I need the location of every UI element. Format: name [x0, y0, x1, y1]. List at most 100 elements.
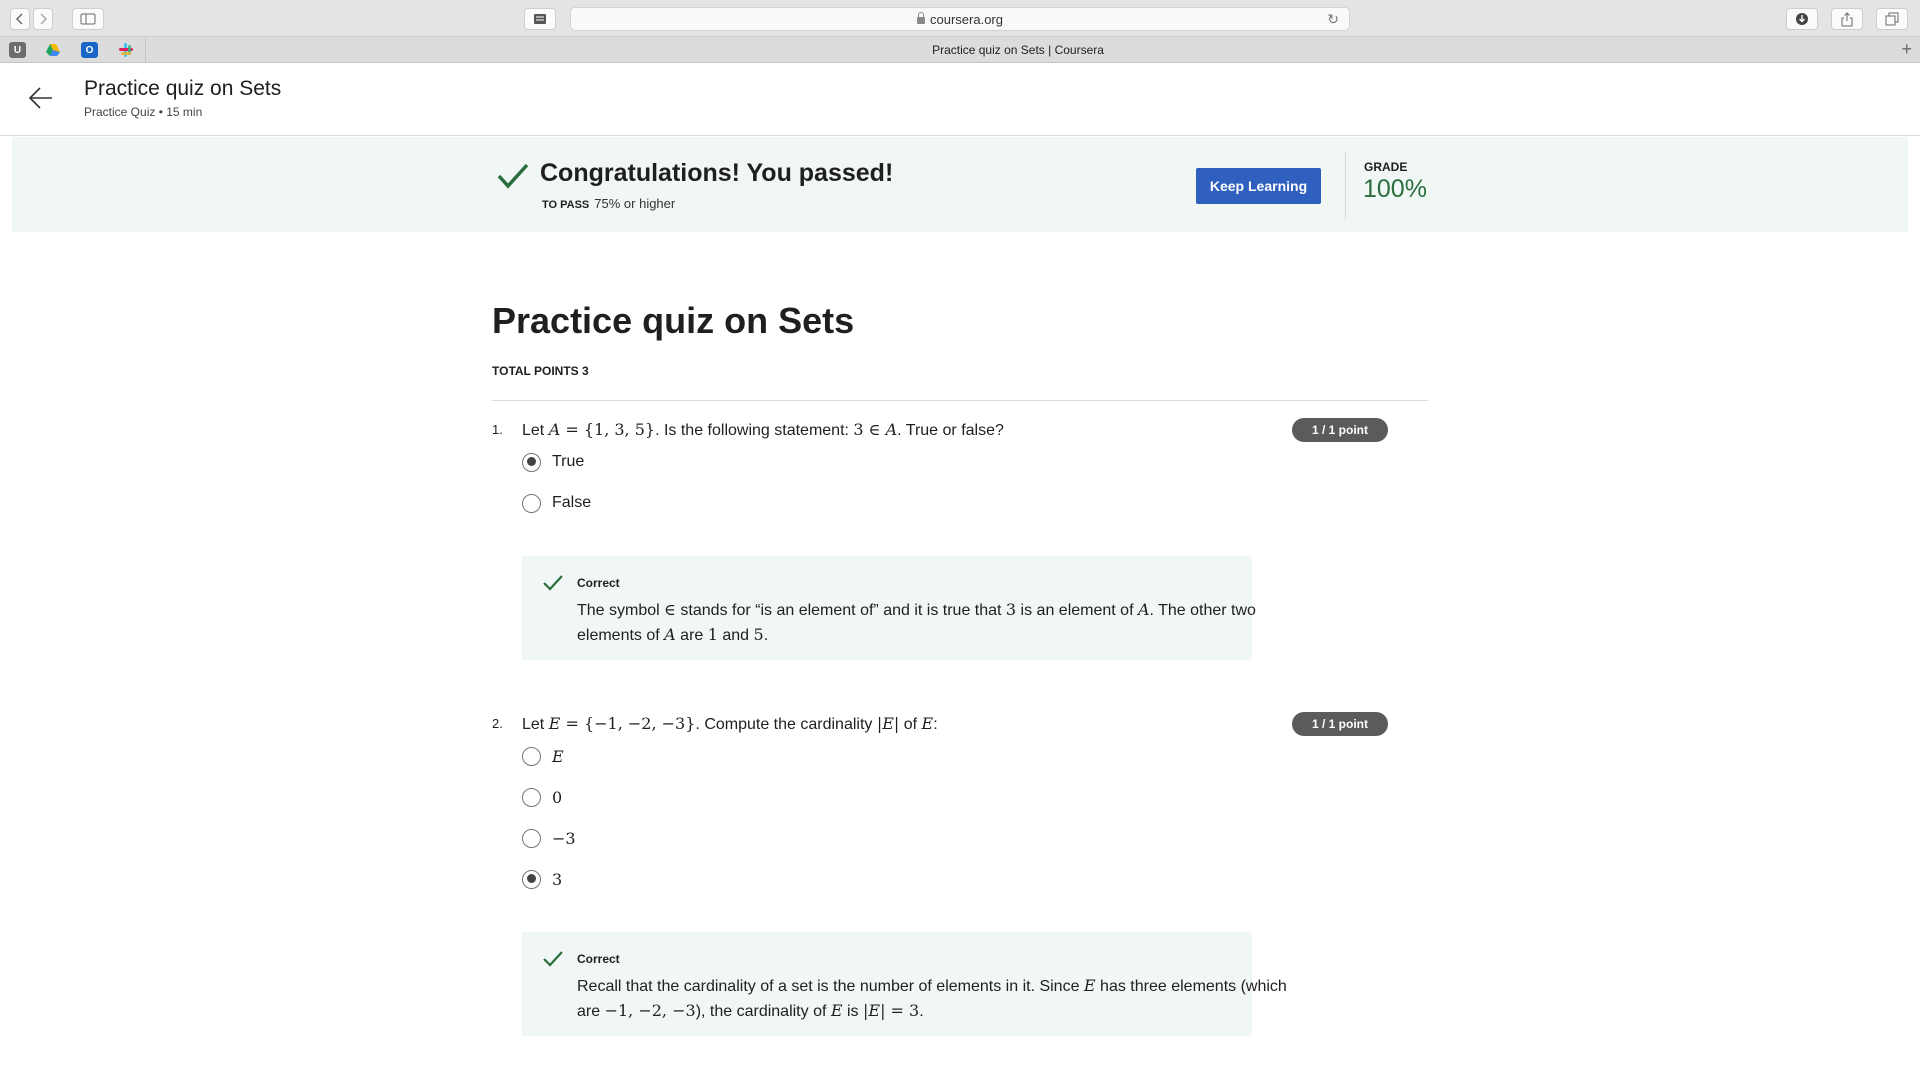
feedback-box: Correct Recall that the cardinality of a… [522, 932, 1287, 1036]
option-3[interactable]: 3 [522, 867, 562, 891]
check-icon [543, 575, 563, 591]
q-text-part: : [933, 716, 938, 733]
math-var: E [548, 714, 561, 733]
math-var: E [921, 714, 934, 733]
total-points: TOTAL POINTS 3 [492, 364, 589, 378]
pass-threshold: TO PASS 75% or higher [542, 196, 675, 211]
sidebar-icon [80, 13, 96, 25]
header-subtitle: Practice Quiz • 15 min [84, 105, 203, 119]
back-nav-button[interactable] [10, 8, 30, 30]
math-var: E [830, 1001, 843, 1020]
radio-icon[interactable] [522, 787, 541, 807]
feedback-heading: Correct [577, 952, 620, 966]
browser-toolbar: coursera.org ↻ [0, 0, 1920, 37]
option-e[interactable]: E [522, 744, 564, 768]
forward-nav-button[interactable] [33, 8, 53, 30]
option-label: E [552, 746, 564, 766]
grade-label: GRADE [1364, 160, 1408, 174]
math-expr: = {1, 3, 5} [560, 420, 656, 439]
feedback-text: The symbol ∈ stands for “is an element o… [577, 598, 1297, 648]
q-text-part: Let [522, 716, 549, 733]
grade-value: 100% [1363, 175, 1427, 203]
math-var: A [1137, 600, 1150, 619]
fb-text-part: ), the cardinality of [695, 1003, 831, 1020]
option-0[interactable]: 0 [522, 785, 562, 809]
feedback-box: Correct The symbol ∈ stands for “is an e… [522, 556, 1256, 660]
math-var: E [882, 714, 894, 733]
reload-icon[interactable]: ↻ [1327, 11, 1339, 28]
math-expr: 3 ∈ [853, 420, 886, 439]
math-expr: | = 3 [880, 1001, 920, 1020]
check-icon [497, 163, 529, 189]
fb-text-part: and [717, 627, 754, 644]
q-text-part: of [899, 716, 922, 733]
to-pass-value: 75% or higher [594, 196, 676, 211]
math-var: A [885, 420, 898, 439]
tabs-overview-button[interactable] [1876, 8, 1908, 30]
reader-button[interactable] [524, 8, 556, 30]
option-label: 0 [552, 787, 563, 807]
lock-icon [917, 12, 925, 24]
header-title: Practice quiz on Sets [84, 77, 282, 100]
radio-selected-icon[interactable] [522, 452, 541, 472]
share-button[interactable] [1831, 8, 1863, 30]
url-text: coursera.org [930, 11, 1003, 27]
points-badge: 1 / 1 point [1292, 712, 1388, 736]
math-var: A [664, 625, 676, 644]
option-true[interactable]: True [522, 450, 584, 474]
math-var: E [868, 1001, 881, 1020]
math-var: A [548, 420, 561, 439]
radio-icon[interactable] [522, 828, 541, 848]
radio-selected-icon[interactable] [522, 869, 541, 889]
google-drive-icon[interactable] [44, 42, 61, 58]
q-text-part: . Compute the cardinality [695, 716, 877, 733]
keep-learning-button[interactable]: Keep Learning [1196, 168, 1321, 204]
to-pass-label: TO PASS [542, 199, 590, 211]
option-false[interactable]: False [522, 491, 591, 515]
check-icon [543, 951, 563, 967]
address-bar[interactable]: coursera.org ↻ [570, 7, 1350, 31]
quiz-title: Practice quiz on Sets [492, 300, 855, 341]
q-text-part: . True or false? [897, 422, 1004, 439]
fb-text-part: . [919, 1003, 924, 1020]
outlook-icon[interactable]: O [81, 42, 98, 58]
page-header: Practice quiz on Sets Practice Quiz • 15… [0, 63, 1920, 136]
feedback-heading: Correct [577, 576, 620, 590]
chevron-left-icon [15, 13, 23, 25]
tab-title-text: Practice quiz on Sets | Coursera [932, 43, 1104, 57]
tab-bar: U O Practice quiz on Sets | Coursera + [0, 37, 1920, 63]
fb-text-part: . [763, 627, 769, 644]
tabs-icon [1885, 12, 1899, 26]
back-arrow-icon[interactable] [28, 85, 54, 111]
question-text: Let A = {1, 3, 5}. Is the following stat… [522, 420, 1004, 440]
chevron-right-icon [40, 13, 48, 25]
radio-icon[interactable] [522, 493, 541, 513]
slack-icon[interactable] [117, 42, 134, 58]
math-expr: ∈ [664, 600, 676, 619]
math-expr: = {−1, −2, −3} [560, 714, 696, 733]
radio-icon[interactable] [522, 746, 541, 766]
math-expr: −1, −2, −3 [604, 1001, 696, 1020]
q-text-part: . Is the following statement: [655, 422, 854, 439]
favicon-u-icon[interactable]: U [9, 42, 26, 58]
q-text-part: Let [522, 422, 549, 439]
fb-text-part: is [842, 1003, 863, 1020]
question-number: 2. [492, 716, 503, 731]
new-tab-icon[interactable]: + [1901, 39, 1912, 60]
fb-text-part: Recall that the cardinality of a set is … [577, 978, 1084, 995]
download-icon [1796, 13, 1808, 25]
sidebar-toggle-button[interactable] [72, 8, 104, 30]
math-expr: 5 [753, 625, 764, 644]
reader-icon [534, 14, 546, 24]
divider [492, 400, 1428, 401]
math-var: E [1083, 976, 1096, 995]
question-number: 1. [492, 422, 503, 437]
downloads-button[interactable] [1786, 8, 1818, 30]
fb-text-part: is an element of [1016, 602, 1138, 619]
points-badge: 1 / 1 point [1292, 418, 1388, 442]
option-neg3[interactable]: −3 [522, 826, 576, 850]
option-label: True [552, 453, 585, 470]
active-tab[interactable]: Practice quiz on Sets | Coursera [145, 37, 1890, 63]
option-label: 3 [552, 869, 563, 889]
feedback-text: Recall that the cardinality of a set is … [577, 974, 1297, 1024]
